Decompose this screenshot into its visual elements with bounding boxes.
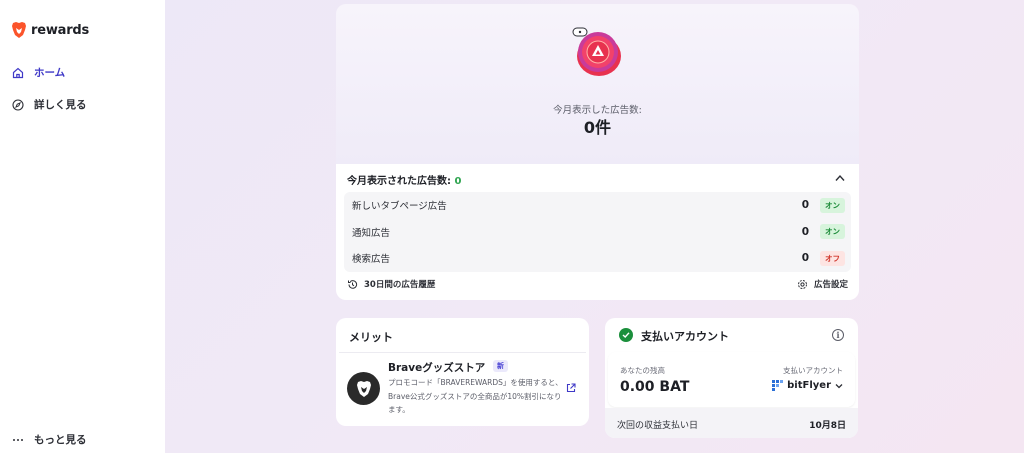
balance-value: 0.00 BAT	[620, 379, 690, 395]
next-payout-date: 10月8日	[809, 421, 846, 431]
hero-ad-count: 0件	[583, 118, 612, 137]
home-icon	[11, 66, 24, 79]
ads-settings-label: 広告設定	[813, 280, 848, 290]
compass-icon	[11, 98, 24, 111]
chevron-up-icon[interactable]	[835, 174, 845, 182]
ads-row-label: 新しいタブページ広告	[352, 201, 447, 213]
benefit-item[interactable]: Braveグッズストア 新 プロモコード「BRAVEREWARDS」を使用すると…	[339, 352, 586, 423]
ads-detail-card: 今月表示された広告数: 0 新しいタブページ広告 0 オン 通知広告 0 オン …	[336, 164, 859, 300]
ads-row-value: 0	[801, 199, 809, 212]
bitflyer-logo-icon	[772, 380, 784, 391]
external-link-icon[interactable]	[566, 383, 576, 393]
sidebar-item-home[interactable]: ホーム	[11, 65, 65, 80]
ads-row-label: 通知広告	[352, 227, 391, 239]
ads-row-notification: 通知広告 0 オン	[344, 219, 851, 246]
sidebar-item-more[interactable]: もっと見る	[11, 432, 87, 447]
ads-row-value: 0	[801, 225, 809, 238]
new-badge: 新	[493, 360, 508, 372]
status-badge: オン	[820, 197, 845, 213]
ads-row-label: 検索広告	[352, 254, 391, 266]
brave-lion-icon	[12, 22, 26, 38]
ads-header: 今月表示された広告数: 0	[347, 172, 461, 187]
ads-history-label: 30日間の広告履歴	[364, 280, 436, 290]
sidebar-item-explore[interactable]: 詳しく見る	[11, 97, 87, 112]
status-badge: オフ	[820, 250, 845, 266]
next-payout-row: 次回の収益支払い日 10月8日	[605, 408, 858, 438]
chevron-down-icon	[835, 383, 843, 388]
payment-title: 支払いアカウント	[641, 330, 729, 343]
payment-account-card: 支払いアカウント i あなたの残高 0.00 BAT 支払いアカウント bitF…	[605, 318, 858, 438]
brand-name: rewards	[31, 22, 90, 38]
ads-history-link[interactable]: 30日間の広告履歴	[347, 278, 435, 290]
ads-settings-link[interactable]: 広告設定	[797, 278, 848, 290]
more-dots-icon	[11, 433, 24, 446]
gear-icon	[797, 279, 807, 289]
check-circle-icon	[619, 328, 633, 342]
account-selector[interactable]: bitFlyer	[772, 380, 843, 391]
ads-header-count: 0	[454, 176, 462, 187]
benefit-name: Braveグッズストア	[388, 362, 486, 374]
benefits-card: メリット Braveグッズストア 新 プロモコード「BRAVEREWARDS」を…	[336, 318, 589, 426]
ads-type-list: 新しいタブページ広告 0 オン 通知広告 0 オン 検索広告 0 オフ	[344, 192, 851, 272]
balance-panel: あなたの残高 0.00 BAT 支払いアカウント bitFlyer	[608, 352, 855, 407]
ads-header-label: 今月表示された広告数:	[347, 176, 451, 187]
account-label: 支払いアカウント	[783, 366, 843, 375]
next-payout-label: 次回の収益支払い日	[617, 421, 699, 431]
account-name: bitFlyer	[787, 380, 831, 391]
brave-lion-icon	[356, 380, 371, 397]
balance-label: あなたの残高	[620, 366, 665, 375]
sidebar-item-label: もっと見る	[34, 434, 87, 446]
brave-store-avatar	[347, 372, 380, 405]
benefits-title: メリット	[349, 331, 393, 344]
sidebar-item-label: 詳しく見る	[34, 99, 87, 111]
bat-coin-icon	[571, 26, 623, 78]
ads-row-newtab: 新しいタブページ広告 0 オン	[344, 192, 851, 219]
benefit-description: プロモコード「BRAVEREWARDS」を使用すると、Brave公式グッズストア…	[388, 378, 563, 414]
ads-row-search: 検索広告 0 オフ	[344, 245, 851, 272]
brand-logo[interactable]: rewards	[11, 21, 89, 39]
info-icon[interactable]: i	[832, 329, 844, 341]
status-badge: オン	[820, 224, 845, 240]
sidebar: rewards ホーム 詳しく見る もっと見る	[0, 0, 165, 453]
sidebar-item-label: ホーム	[34, 67, 66, 79]
history-icon	[348, 279, 358, 289]
ads-row-value: 0	[801, 252, 809, 265]
